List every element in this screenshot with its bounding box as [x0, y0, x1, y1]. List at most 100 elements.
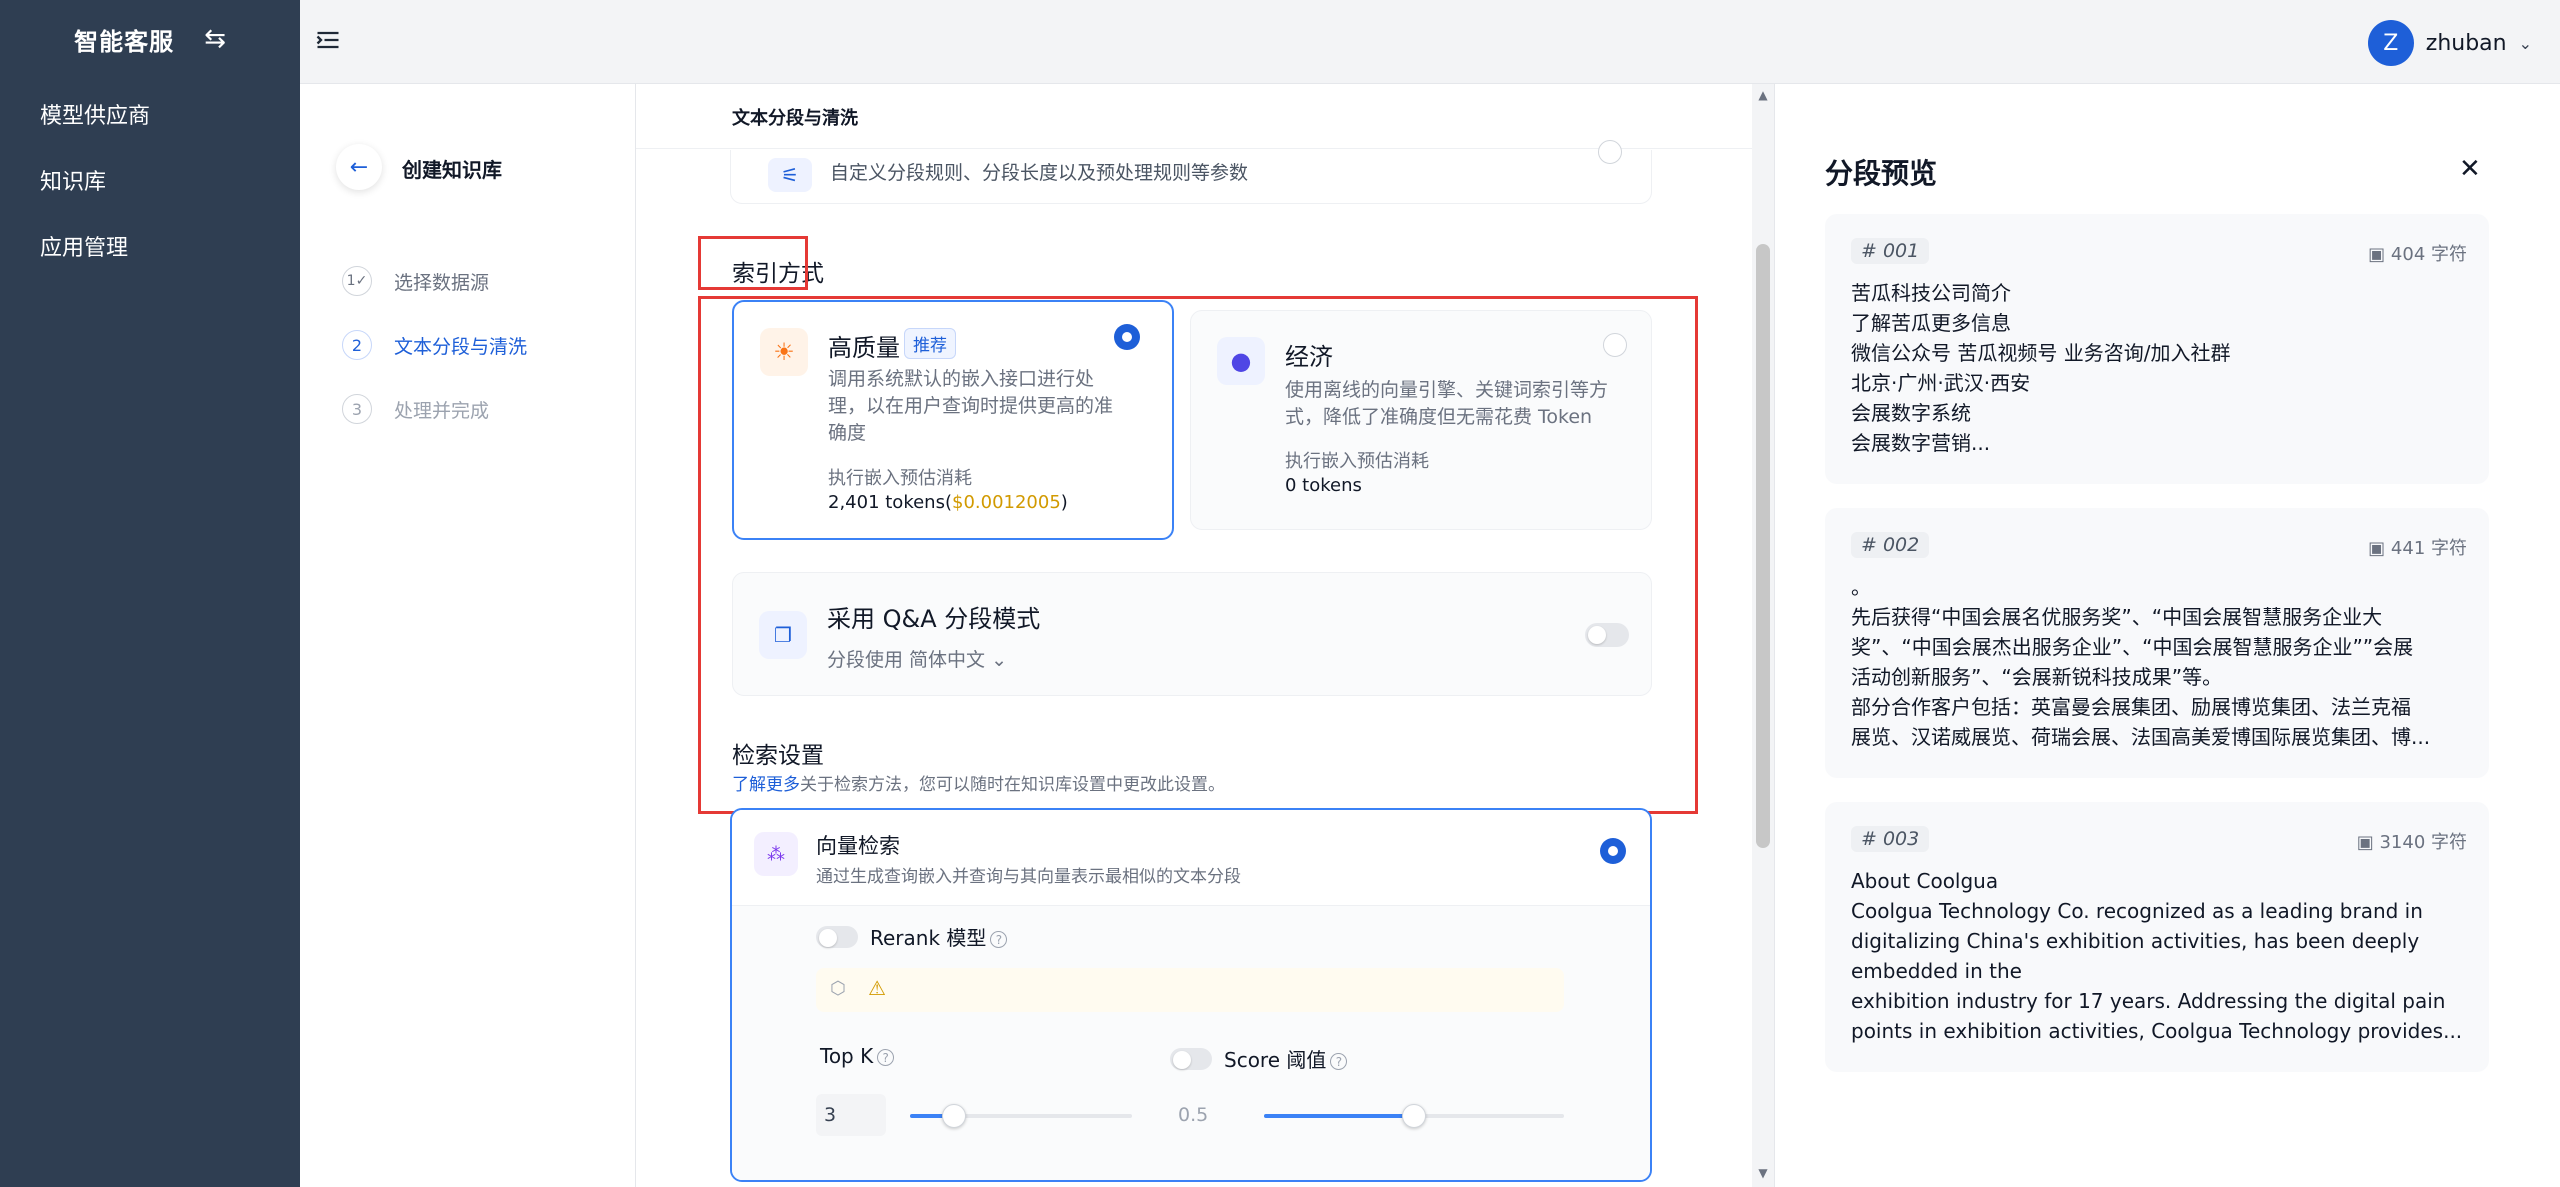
cost-label: 执行嵌入预估消耗: [1285, 451, 1429, 472]
help-icon[interactable]: ?: [1330, 1053, 1348, 1070]
steps-title: 创建知识库: [402, 158, 502, 182]
retrieval-hint: 了解更多关于检索方法，您可以随时在知识库设置中更改此设置。: [732, 770, 1225, 795]
help-icon[interactable]: ?: [877, 1049, 895, 1066]
chunk-line: 活动创新服务”、“会展新锐科技成果”等。: [1851, 665, 2223, 689]
chunk-line: About Coolgua: [1851, 869, 1999, 893]
high-quality-desc: 调用系统默认的嵌入接口进行处 理，以在用户查询时提供更高的准 确度: [828, 366, 1113, 447]
step-label: 选择数据源: [394, 271, 490, 294]
chunk-line: 苦瓜科技公司简介: [1851, 281, 2011, 305]
chunk-line: 展览、汉诺威展览、荷瑞会展、法国高美爱博国际展览集团、博...: [1851, 725, 2431, 749]
step-label: 处理并完成: [394, 399, 490, 422]
cost-value: 0 tokens: [1285, 475, 1362, 496]
sun-icon: ☀: [760, 328, 808, 376]
high-quality-title: 高质量: [828, 334, 900, 362]
desc-line: 使用离线的向量引擎、关键词索引等方: [1285, 379, 1609, 401]
custom-segmentation-radio[interactable]: [1598, 140, 1622, 164]
vector-search-title: 向量检索: [816, 834, 900, 858]
chunk-text: About Coolgua Coolgua Technology Co. rec…: [1851, 866, 2471, 1046]
desc-line: 确度: [828, 422, 867, 444]
document-icon: ▣: [2356, 832, 2374, 853]
chunk-char-count-text: 441 字符: [2390, 538, 2467, 559]
step-process-finish[interactable]: 3 处理并完成: [342, 394, 489, 424]
score-threshold-toggle[interactable]: [1170, 1048, 1212, 1070]
vector-search-icon: ⁂: [754, 832, 798, 876]
chunk-line: Coolgua Technology Co. recognized as a l…: [1851, 899, 2423, 923]
rerank-toggle[interactable]: [816, 926, 858, 948]
preview-title: 分段预览: [1825, 157, 1938, 190]
document-icon: ▣: [2368, 538, 2386, 559]
chunk-id: # 002: [1851, 532, 1930, 558]
highlight-box: [698, 236, 808, 290]
chat-bubbles-icon: ❐: [759, 611, 807, 659]
desc-line: 调用系统默认的嵌入接口进行处: [828, 368, 1095, 390]
sidebar-item-app-management[interactable]: 应用管理: [40, 230, 128, 262]
brand-title: 智能客服: [74, 27, 175, 56]
chunk-line: 北京·广州·武汉·西安: [1851, 371, 2031, 395]
top-k-input[interactable]: 3: [816, 1094, 886, 1136]
score-threshold-label: Score 阈值?: [1224, 1044, 1348, 1073]
warning-icon: ⚠: [868, 976, 886, 1000]
vector-search-header: ⁂ 向量检索 通过生成查询嵌入并查询与其向量表示最相似的文本分段: [732, 810, 1650, 906]
chunk-line: embedded in the: [1851, 959, 2022, 983]
retrieval-hint-text: 关于检索方法，您可以随时在知识库设置中更改此设置。: [800, 775, 1225, 795]
cost-paren: ): [1060, 492, 1068, 513]
close-icon[interactable]: ✕: [2459, 154, 2481, 184]
sidebar-item-knowledge-base[interactable]: 知识库: [40, 164, 106, 196]
score-threshold-input[interactable]: 0.5: [1170, 1094, 1240, 1136]
top-k-slider[interactable]: [910, 1104, 1132, 1128]
vector-search-desc: 通过生成查询嵌入并查询与其向量表示最相似的文本分段: [816, 867, 1241, 887]
chunk-line: 会展数字系统: [1851, 401, 1971, 425]
chunk-text: 苦瓜科技公司简介 了解苦瓜更多信息 微信公众号 苦瓜视频号 业务咨询/加入社群 …: [1851, 278, 2471, 458]
username: zhuban: [2425, 30, 2507, 56]
high-quality-option[interactable]: ☀ 高质量 推荐 调用系统默认的嵌入接口进行处 理，以在用户查询时提供更高的准 …: [732, 300, 1174, 540]
piggy-bank-icon: ●: [1217, 337, 1265, 385]
economy-radio[interactable]: [1603, 333, 1627, 357]
scrollbar-thumb[interactable]: [1756, 244, 1770, 848]
vector-search-option[interactable]: ⁂ 向量检索 通过生成查询嵌入并查询与其向量表示最相似的文本分段 Rerank …: [730, 808, 1652, 1182]
step-number: 1✓: [342, 266, 372, 296]
retrieval-settings-title: 检索设置: [732, 743, 824, 769]
cost-tokens: 2,401 tokens(: [828, 492, 952, 513]
scroll-up-icon[interactable]: ▲: [1752, 88, 1774, 102]
chunk-text: 。 先后获得“中国会展名优服务奖”、“中国会展智慧服务企业大 奖”、“中国会展杰…: [1851, 572, 2471, 752]
qa-mode-title: 采用 Q&A 分段模式: [827, 605, 1041, 633]
qa-mode-toggle[interactable]: [1585, 623, 1629, 647]
step-select-data-source[interactable]: 1✓ 选择数据源: [342, 266, 489, 296]
model-icon: ⬡: [830, 978, 846, 999]
economy-option[interactable]: ● 经济 使用离线的向量引擎、关键词索引等方 式，降低了准确度但无需花费 Tok…: [1190, 310, 1652, 530]
vector-search-radio[interactable]: [1600, 838, 1626, 864]
desc-line: 理，以在用户查询时提供更高的准: [828, 395, 1114, 417]
preview-chunk: # 003 ▣ 3140 字符 About Coolgua Coolgua Te…: [1825, 802, 2489, 1072]
help-icon[interactable]: ?: [990, 931, 1008, 948]
high-quality-radio[interactable]: [1114, 324, 1140, 350]
brand: 智能客服 ⇆: [0, 0, 300, 78]
chunk-id-text: 003: [1882, 828, 1920, 850]
segment-preview-panel: 分段预览 ✕ # 001 ▣ 404 字符 苦瓜科技公司简介 了解苦瓜更多信息 …: [1774, 84, 2560, 1187]
top-header: Z zhuban ⌄: [300, 0, 2560, 84]
step-text-segmentation[interactable]: 2 文本分段与清洗: [342, 330, 527, 360]
back-arrow-icon[interactable]: ←: [336, 144, 382, 190]
step-number: 2: [342, 330, 372, 360]
menu-collapse-icon[interactable]: [314, 26, 342, 54]
document-icon: ▣: [2368, 244, 2386, 265]
learn-more-link[interactable]: 了解更多: [732, 775, 800, 795]
score-threshold-slider-fill: [1264, 1114, 1414, 1118]
chunk-char-count-text: 3140 字符: [2379, 832, 2467, 853]
rerank-model-select[interactable]: ⬡ ⚠: [816, 968, 1564, 1012]
switch-icon[interactable]: ⇆: [204, 24, 226, 54]
main-scrollbar[interactable]: ▲ ▼: [1752, 84, 1774, 1187]
sliders-icon: ⚟: [768, 158, 812, 192]
chunk-id-text: 001: [1882, 240, 1920, 262]
top-k-slider-thumb[interactable]: [942, 1104, 966, 1128]
chunk-char-count-text: 404 字符: [2390, 244, 2467, 265]
step-label: 文本分段与清洗: [394, 335, 528, 358]
qa-language-select[interactable]: 分段使用 简体中文 ⌄: [827, 645, 1007, 672]
economy-title: 经济: [1285, 343, 1333, 371]
chunk-id-text: 002: [1882, 534, 1920, 556]
user-menu[interactable]: Z zhuban ⌄: [2367, 20, 2532, 66]
score-threshold-slider-thumb[interactable]: [1402, 1104, 1426, 1128]
sidebar-item-model-providers[interactable]: 模型供应商: [40, 98, 150, 130]
custom-segmentation-desc: 自定义分段规则、分段长度以及预处理规则等参数: [830, 162, 1249, 184]
score-threshold-slider[interactable]: [1264, 1104, 1564, 1128]
scroll-down-icon[interactable]: ▼: [1752, 1166, 1774, 1180]
